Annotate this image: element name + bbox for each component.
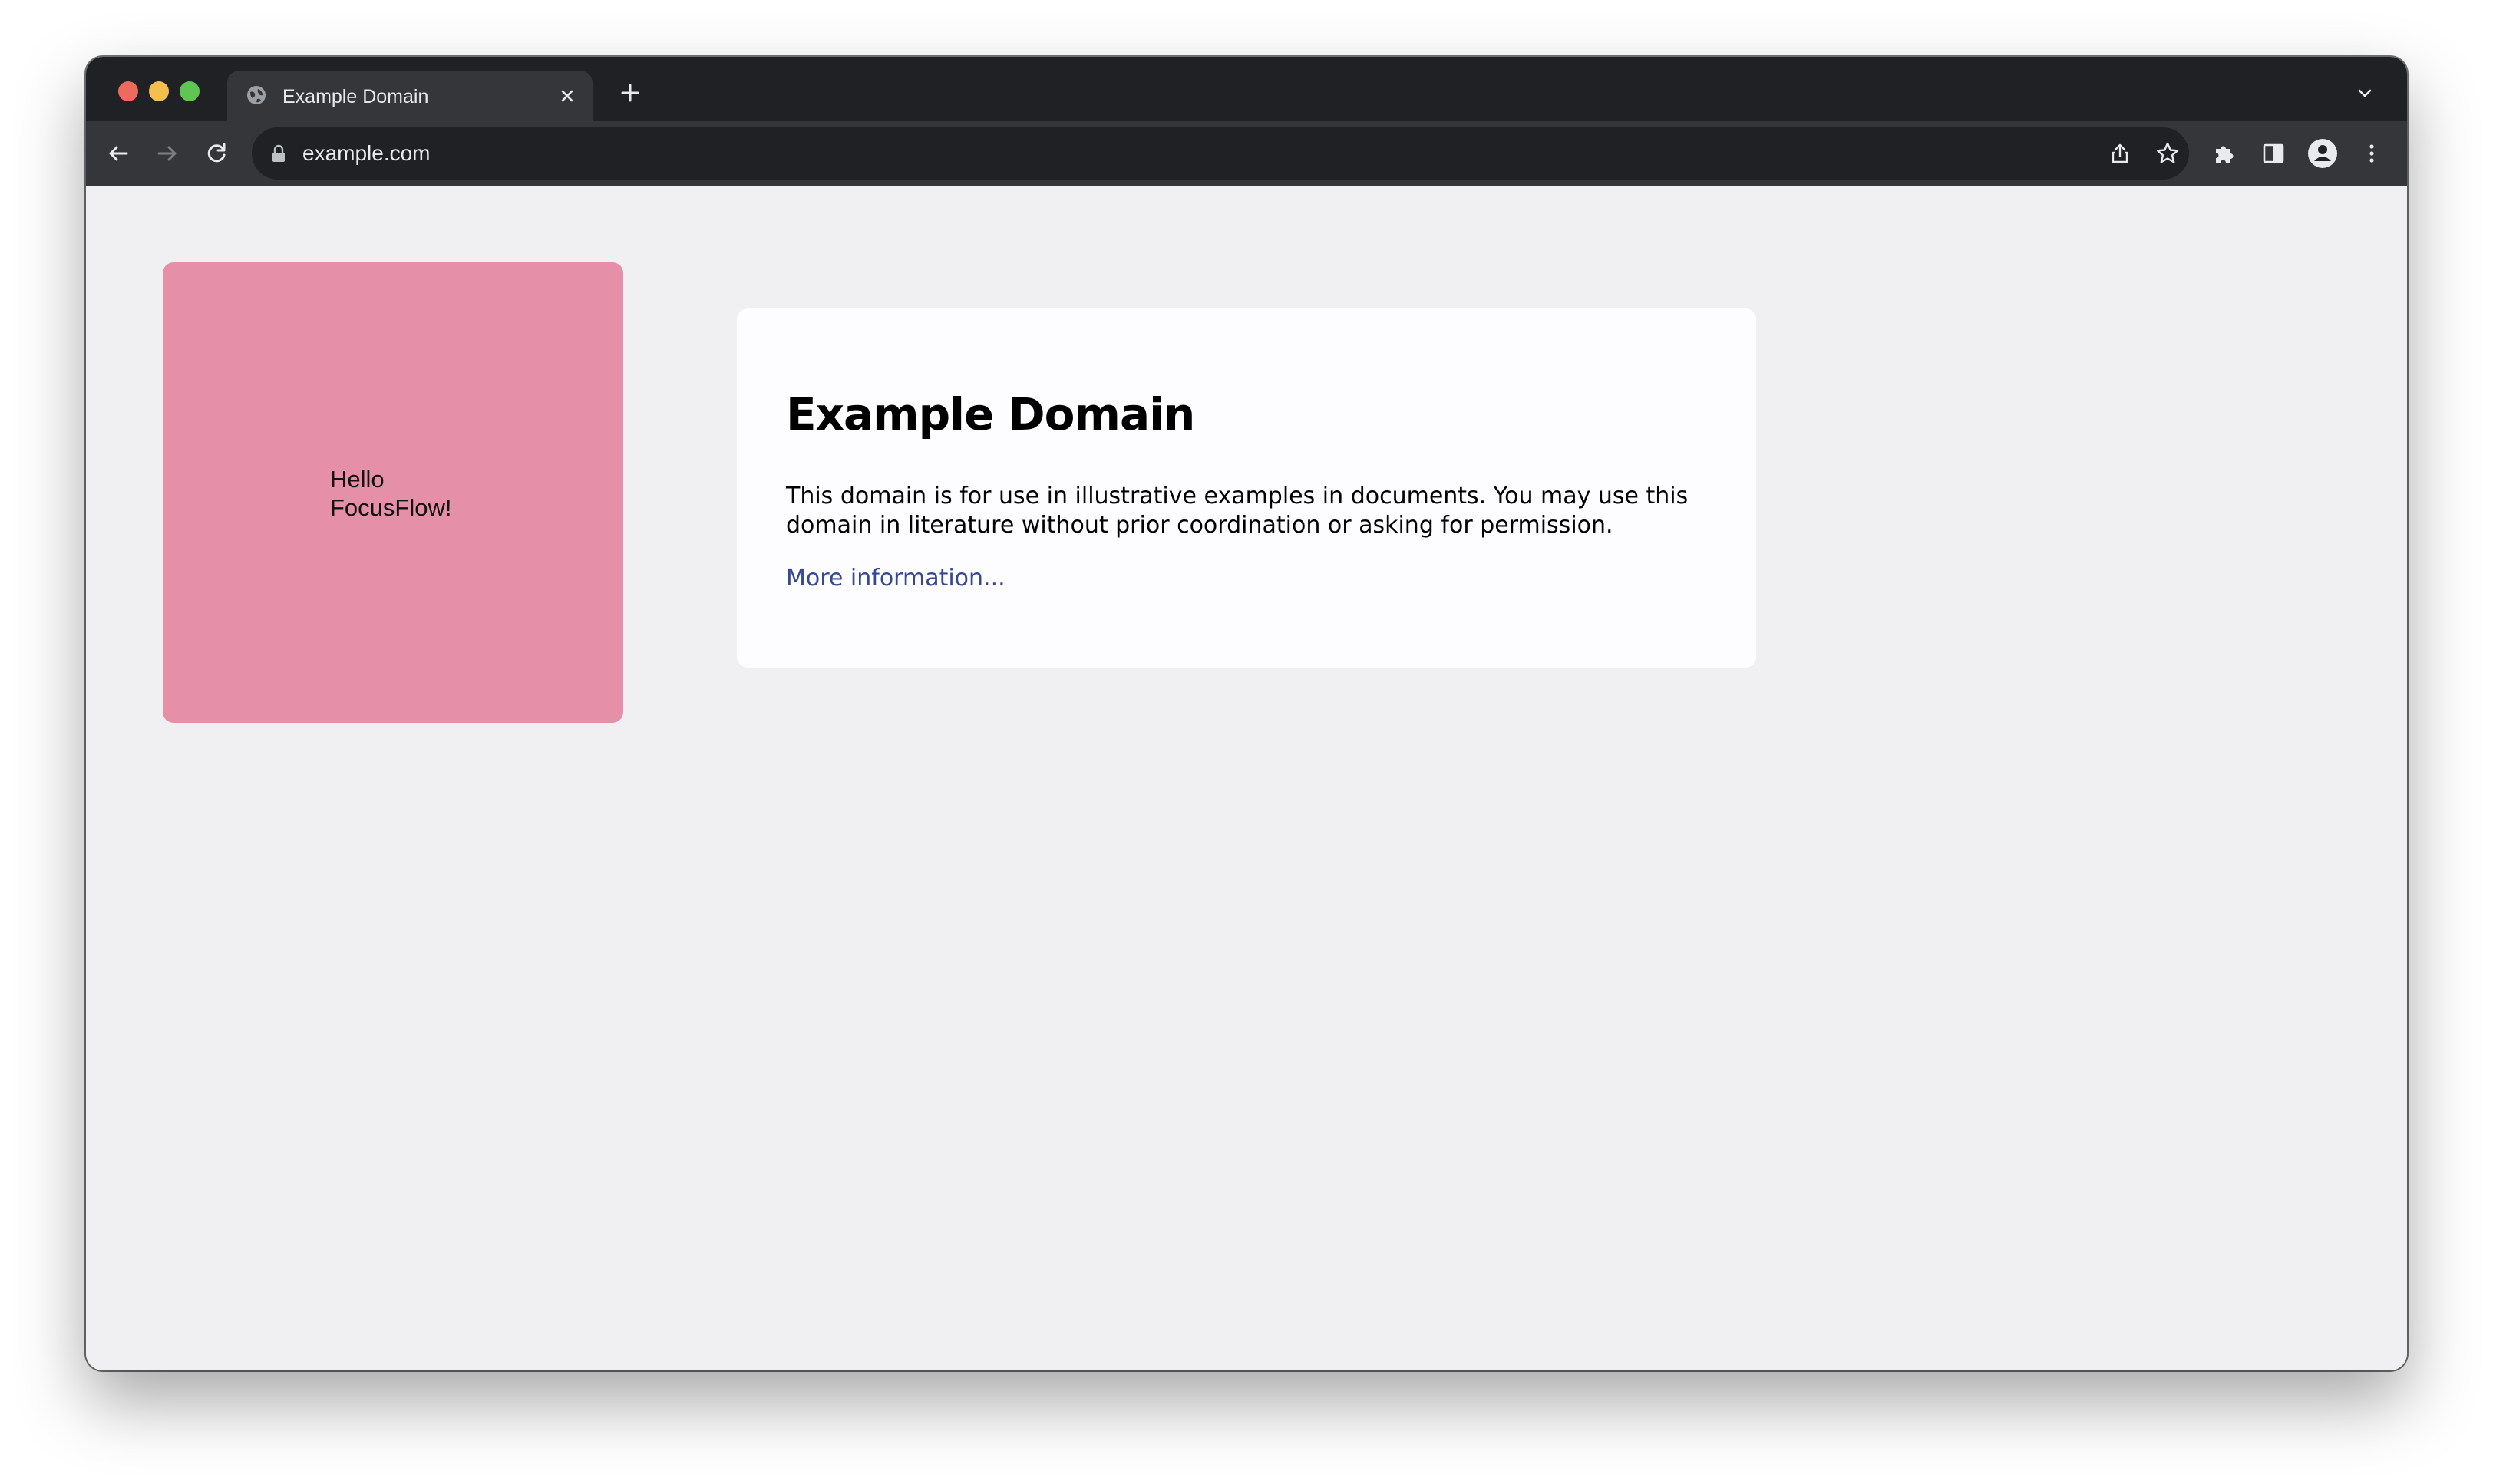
reload-icon bbox=[207, 143, 226, 163]
close-icon[interactable] bbox=[557, 86, 577, 106]
kebab-menu-icon bbox=[2369, 144, 2374, 163]
profile-icon bbox=[2308, 139, 2337, 168]
arrow-left-icon bbox=[109, 146, 128, 161]
tab-example-domain[interactable]: Example Domain bbox=[227, 71, 593, 121]
minimize-window-button[interactable] bbox=[149, 81, 169, 101]
star-icon bbox=[2156, 142, 2179, 163]
forward-button[interactable] bbox=[150, 137, 184, 170]
reload-button[interactable] bbox=[200, 137, 233, 170]
content-card: Example Domain This domain is for use in… bbox=[737, 308, 1756, 668]
lock-icon bbox=[272, 144, 285, 162]
url-text[interactable]: example.com bbox=[302, 141, 431, 166]
bookmark-button[interactable] bbox=[2154, 140, 2181, 167]
tab-title: Example Domain bbox=[282, 86, 429, 107]
side-panel-icon bbox=[2263, 143, 2284, 163]
arrow-right-icon bbox=[157, 146, 177, 161]
widget-text-line2: FocusFlow! bbox=[330, 494, 452, 521]
menu-button[interactable] bbox=[2355, 137, 2389, 170]
zoom-window-button[interactable] bbox=[180, 81, 200, 101]
widget-text-line1: Hello bbox=[330, 466, 385, 493]
globe-icon bbox=[247, 86, 266, 104]
puzzle-icon bbox=[2216, 146, 2234, 163]
tab-strip: Example Domain bbox=[86, 57, 2407, 121]
close-window-button[interactable] bbox=[118, 81, 138, 101]
focusflow-widget: Hello FocusFlow! bbox=[163, 262, 623, 723]
share-icon bbox=[2112, 143, 2128, 163]
address-bar[interactable]: example.com bbox=[252, 127, 2189, 180]
chevron-down-icon[interactable] bbox=[2353, 81, 2376, 104]
side-panel-button[interactable] bbox=[2257, 137, 2290, 170]
share-button[interactable] bbox=[2106, 140, 2134, 167]
profile-button[interactable] bbox=[2306, 137, 2339, 170]
page-title: Example Domain bbox=[786, 388, 1195, 440]
browser-toolbar: example.com bbox=[86, 121, 2407, 186]
more-information-link[interactable]: More information... bbox=[786, 565, 1005, 592]
browser-window: Example Domain example.com Hello FocusFl… bbox=[86, 57, 2407, 1370]
widget-text: Hello FocusFlow! bbox=[330, 465, 499, 522]
description-text: This domain is for use in illustrative e… bbox=[786, 483, 1689, 539]
back-button[interactable] bbox=[101, 137, 135, 170]
page-content: Hello FocusFlow! Example Domain This dom… bbox=[86, 186, 2407, 1370]
plus-icon[interactable] bbox=[617, 80, 643, 106]
extensions-button[interactable] bbox=[2207, 137, 2241, 170]
